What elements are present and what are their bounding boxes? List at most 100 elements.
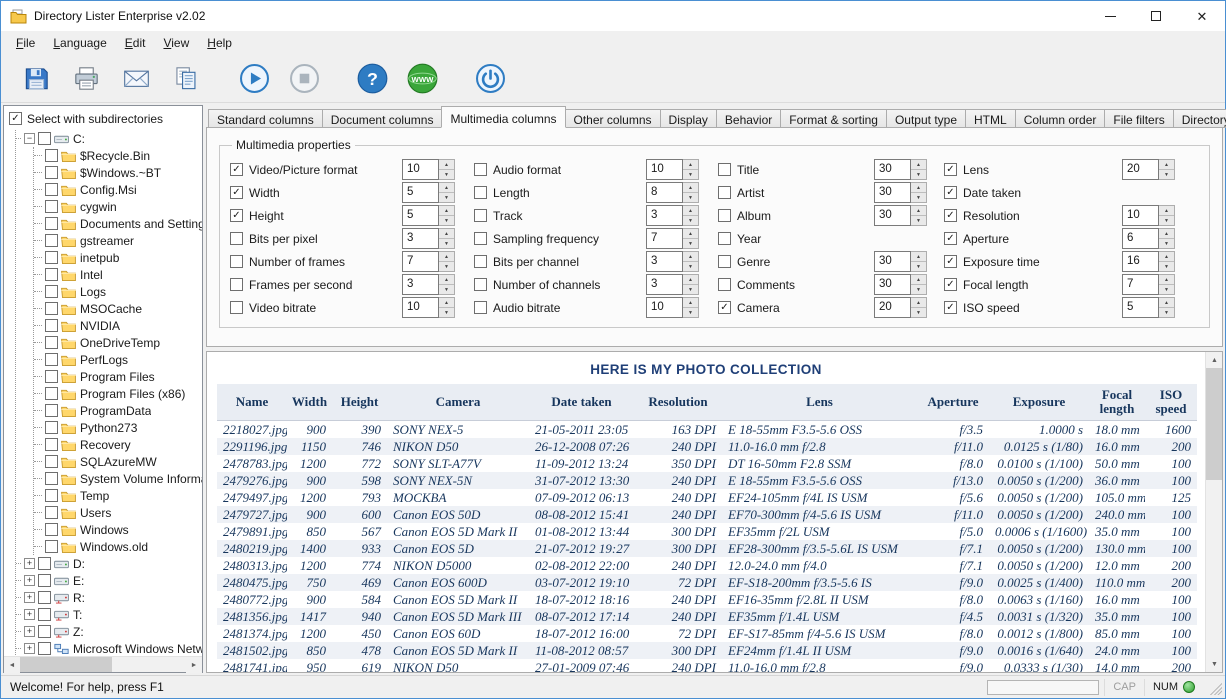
checkbox-focal-length[interactable]: ✓ (944, 278, 957, 291)
spinner-up-icon[interactable]: ▲ (1159, 275, 1174, 285)
checkbox-exposure-time[interactable]: ✓ (944, 255, 957, 268)
checkbox-audio-bitrate[interactable] (474, 301, 487, 314)
spinner-album[interactable]: 30▲▼ (874, 205, 927, 226)
scroll-down-arrow-icon[interactable] (1206, 656, 1223, 672)
column-header-lens[interactable]: Lens (722, 384, 917, 421)
tree-checkbox[interactable] (38, 574, 51, 587)
tree-item-logs[interactable]: Logs (34, 283, 202, 300)
option-length[interactable]: Length (474, 186, 646, 200)
tree-checkbox[interactable] (45, 506, 58, 519)
spinner-down-icon[interactable]: ▼ (911, 262, 926, 271)
checkbox-audio-format[interactable] (474, 163, 487, 176)
spinner-up-icon[interactable]: ▲ (911, 298, 926, 308)
option-genre[interactable]: Genre (718, 255, 874, 269)
option-camera[interactable]: ✓Camera (718, 301, 874, 315)
spinner-down-icon[interactable]: ▼ (439, 308, 454, 317)
option-track[interactable]: Track (474, 209, 646, 223)
option-number-of-channels[interactable]: Number of channels (474, 278, 646, 292)
spinner-up-icon[interactable]: ▲ (683, 183, 698, 193)
checkbox-bits-per-channel[interactable] (474, 255, 487, 268)
option-year[interactable]: Year (718, 232, 874, 246)
menu-edit[interactable]: Edit (116, 32, 155, 54)
tree-item-c[interactable]: −C: (16, 130, 202, 147)
tree-item-onedrivetemp[interactable]: OneDriveTemp (34, 334, 202, 351)
spinner-up-icon[interactable]: ▲ (1159, 229, 1174, 239)
column-header-height[interactable]: Height (332, 384, 387, 421)
tree-item-program-files[interactable]: Program Files (34, 368, 202, 385)
tree-item-inetpub[interactable]: inetpub (34, 249, 202, 266)
spinner-down-icon[interactable]: ▼ (683, 262, 698, 271)
tree-item-gstreamer[interactable]: gstreamer (34, 232, 202, 249)
exit-button[interactable] (469, 57, 511, 99)
tree-item-cygwin[interactable]: cygwin (34, 198, 202, 215)
checkbox-iso-speed[interactable]: ✓ (944, 301, 957, 314)
spinner-up-icon[interactable]: ▲ (439, 160, 454, 170)
spinner-up-icon[interactable]: ▲ (439, 206, 454, 216)
tree-item-windows-bt[interactable]: $Windows.~BT (34, 164, 202, 181)
tree-item-users[interactable]: Users (34, 504, 202, 521)
option-resolution[interactable]: ✓Resolution (944, 209, 1122, 223)
option-audio-bitrate[interactable]: Audio bitrate (474, 301, 646, 315)
option-width[interactable]: ✓Width (230, 186, 402, 200)
close-button[interactable]: ✕ (1179, 1, 1225, 31)
tab-other-columns[interactable]: Other columns (565, 109, 661, 128)
spinner-up-icon[interactable]: ▲ (439, 275, 454, 285)
checkbox-resolution[interactable]: ✓ (944, 209, 957, 222)
tree-item-msocache[interactable]: MSOCache (34, 300, 202, 317)
tree-checkbox[interactable] (45, 319, 58, 332)
spinner-width[interactable]: 5▲▼ (402, 182, 455, 203)
tab-multimedia-columns[interactable]: Multimedia columns (441, 106, 565, 128)
option-album[interactable]: Album (718, 209, 874, 223)
tree-item-t[interactable]: +T: (16, 606, 202, 623)
spinner-height[interactable]: 5▲▼ (402, 205, 455, 226)
spinner-bits-per-channel[interactable]: 3▲▼ (646, 251, 699, 272)
scrollbar-thumb[interactable] (20, 657, 112, 672)
tree-item-recovery[interactable]: Recovery (34, 436, 202, 453)
spinner-video-picture-format[interactable]: 10▲▼ (402, 159, 455, 180)
tab-display[interactable]: Display (660, 109, 717, 128)
spinner-down-icon[interactable]: ▼ (683, 216, 698, 225)
tab-output-type[interactable]: Output type (886, 109, 966, 128)
spinner-up-icon[interactable]: ▲ (1159, 206, 1174, 216)
spinner-up-icon[interactable]: ▲ (1159, 160, 1174, 170)
option-comments[interactable]: Comments (718, 278, 874, 292)
collapse-toggle-icon[interactable]: − (24, 133, 35, 144)
maximize-button[interactable] (1133, 1, 1179, 31)
spinner-down-icon[interactable]: ▼ (911, 285, 926, 294)
option-number-of-frames[interactable]: Number of frames (230, 255, 402, 269)
checkbox-height[interactable]: ✓ (230, 209, 243, 222)
column-header-date-taken[interactable]: Date taken (529, 384, 634, 421)
spinner-up-icon[interactable]: ▲ (911, 206, 926, 216)
spinner-up-icon[interactable]: ▲ (683, 252, 698, 262)
tree-item-d[interactable]: +D: (16, 555, 202, 572)
scroll-right-arrow-icon[interactable] (186, 657, 202, 673)
tree-item-program-files-x86[interactable]: Program Files (x86) (34, 385, 202, 402)
option-artist[interactable]: Artist (718, 186, 874, 200)
tree-checkbox[interactable] (38, 608, 51, 621)
spinner-track[interactable]: 3▲▼ (646, 205, 699, 226)
tree-item-z[interactable]: +Z: (16, 623, 202, 640)
spinner-up-icon[interactable]: ▲ (439, 252, 454, 262)
print-button[interactable] (65, 57, 107, 99)
checkbox-artist[interactable] (718, 186, 731, 199)
spinner-up-icon[interactable]: ▲ (683, 206, 698, 216)
checkbox-album[interactable] (718, 209, 731, 222)
scrollbar-thumb[interactable] (1206, 368, 1222, 480)
save-button[interactable] (15, 57, 57, 99)
spinner-up-icon[interactable]: ▲ (1159, 298, 1174, 308)
spinner-up-icon[interactable]: ▲ (683, 229, 698, 239)
select-with-subdirectories-checkbox[interactable]: ✓ (9, 112, 22, 125)
tree-item-r[interactable]: +R: (16, 589, 202, 606)
tree-item-documents-and-settings[interactable]: Documents and Settings (34, 215, 202, 232)
tree-checkbox[interactable] (45, 336, 58, 349)
tree-checkbox[interactable] (45, 217, 58, 230)
option-bits-per-channel[interactable]: Bits per channel (474, 255, 646, 269)
column-header-name[interactable]: Name (217, 384, 287, 421)
tab-file-filters[interactable]: File filters (1104, 109, 1173, 128)
spinner-up-icon[interactable]: ▲ (439, 229, 454, 239)
checkbox-camera[interactable]: ✓ (718, 301, 731, 314)
scroll-left-arrow-icon[interactable] (4, 657, 20, 673)
spinner-down-icon[interactable]: ▼ (911, 193, 926, 202)
tree-checkbox[interactable] (45, 523, 58, 536)
tab-html[interactable]: HTML (965, 109, 1016, 128)
